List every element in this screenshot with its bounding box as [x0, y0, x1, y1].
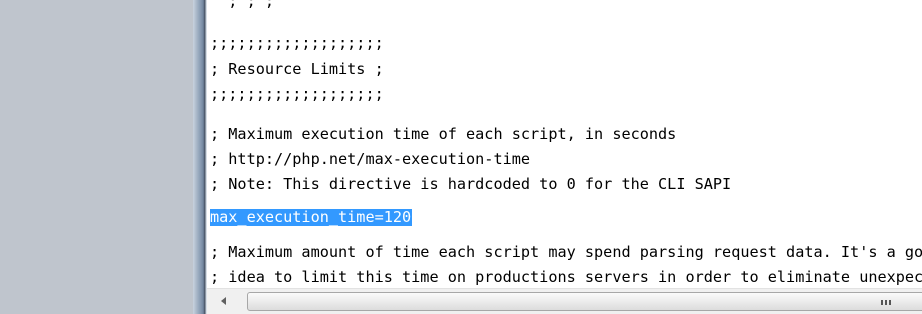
grip-lines-icon	[881, 300, 891, 305]
editor-line-comment-url: ; http://php.net/max-execution-time	[210, 150, 531, 168]
editor-line-comment-note: ; Note: This directive is hardcoded to 0…	[210, 175, 732, 193]
background-window-area	[0, 0, 193, 314]
chevron-left-icon	[221, 297, 226, 305]
editor-line-selected-directive[interactable]: max_execution_time=120	[210, 209, 413, 226]
horizontal-scrollbar[interactable]	[207, 288, 922, 314]
scroll-left-button[interactable]	[207, 289, 241, 314]
desktop-region: ; ; ; ;;;;;;;;;;;;;;;;;;; ; Resource Lim…	[0, 0, 922, 314]
editor-window-border	[193, 0, 207, 314]
scrollbar-thumb[interactable]	[247, 292, 922, 311]
editor-line-comment-idea: ; idea to limit this time on productions…	[210, 268, 922, 286]
editor-line-section-title: ; Resource Limits ;	[210, 60, 384, 78]
editor-line-section-border-top: ;;;;;;;;;;;;;;;;;;;	[210, 34, 384, 52]
editor-line-comment-max-input: ; Maximum amount of time each script may…	[210, 243, 922, 261]
editor-line-section-border-bottom: ;;;;;;;;;;;;;;;;;;;	[210, 85, 384, 103]
editor-line-comment-max-execution: ; Maximum execution time of each script,…	[210, 125, 677, 143]
editor-line-partial: ; ; ;	[210, 0, 275, 10]
text-editor-area[interactable]: ; ; ; ;;;;;;;;;;;;;;;;;;; ; Resource Lim…	[207, 0, 922, 288]
